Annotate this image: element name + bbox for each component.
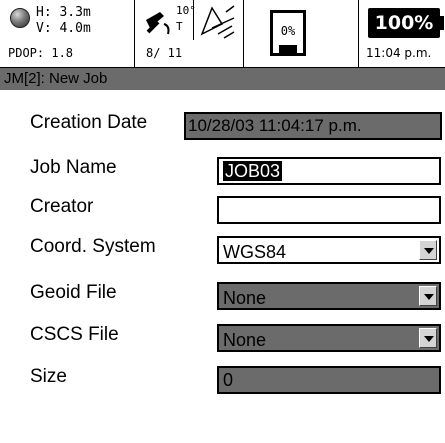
cscs-file-row: CSCS File None (0, 322, 445, 362)
coord-system-value: WGS84 (223, 242, 287, 262)
sat-mode: T (176, 20, 183, 33)
window-title: JM[2]: New Job (0, 68, 445, 90)
disk-slot (279, 45, 297, 53)
geoid-file-value: None (223, 288, 267, 308)
geoid-file-row: Geoid File None (0, 280, 445, 320)
divider (193, 0, 194, 40)
cscs-file-select[interactable]: None (217, 324, 441, 352)
gps-globe-icon (10, 8, 30, 28)
cscs-file-label: CSCS File (30, 324, 119, 345)
clock: 11:04 p.m. (366, 46, 432, 60)
v-precision: V: 4.0m (36, 21, 91, 36)
size-label: Size (30, 366, 67, 387)
divider (358, 0, 359, 68)
creator-label: Creator (30, 196, 94, 217)
job-name-row: Job Name JOB03 (0, 155, 445, 195)
cscs-file-value: None (223, 330, 267, 350)
creation-date-row: Creation Date 10/28/03 11:04:17 p.m. (0, 110, 445, 150)
chevron-down-icon (424, 336, 434, 342)
coord-system-dropdown-button[interactable] (419, 240, 437, 260)
storage-disk-icon[interactable]: 0% (270, 10, 306, 56)
divider (243, 0, 244, 68)
satellite-count: 8/ 11 (146, 46, 183, 60)
chevron-down-icon (424, 294, 434, 300)
storage-percent: 0% (280, 24, 296, 38)
geoid-file-label: Geoid File (30, 282, 117, 303)
geoid-file-dropdown-button[interactable] (419, 286, 437, 306)
job-name-value: JOB03 (223, 161, 283, 181)
creation-date-field: 10/28/03 11:04:17 p.m. (184, 112, 442, 140)
creator-row: Creator (0, 194, 445, 234)
coord-system-row: Coord. System WGS84 (0, 234, 445, 274)
size-field: 0 (217, 366, 441, 394)
size-row: Size 0 (0, 364, 445, 404)
geoid-file-select[interactable]: None (217, 282, 441, 310)
job-name-label: Job Name (30, 157, 117, 178)
status-bar: H: 3.3m V: 4.0m PDOP: 1.8 10° T 8/ 11 0%… (0, 0, 445, 68)
cscs-file-dropdown-button[interactable] (419, 328, 437, 348)
battery-terminal (440, 16, 444, 30)
battery-icon[interactable]: 100% (368, 8, 440, 38)
coord-system-label: Coord. System (30, 236, 156, 257)
pdop-value: PDOP: 1.8 (8, 46, 74, 60)
chevron-down-icon (424, 248, 434, 254)
coord-system-select[interactable]: WGS84 (217, 236, 441, 264)
satellite-dish-icon[interactable] (142, 6, 176, 40)
creation-date-label: Creation Date (30, 112, 148, 133)
job-name-input[interactable]: JOB03 (217, 157, 441, 185)
h-precision: H: 3.3m (36, 5, 91, 20)
creator-input[interactable] (217, 196, 441, 224)
divider (134, 0, 135, 68)
tilt-sensor-icon[interactable] (198, 4, 238, 44)
